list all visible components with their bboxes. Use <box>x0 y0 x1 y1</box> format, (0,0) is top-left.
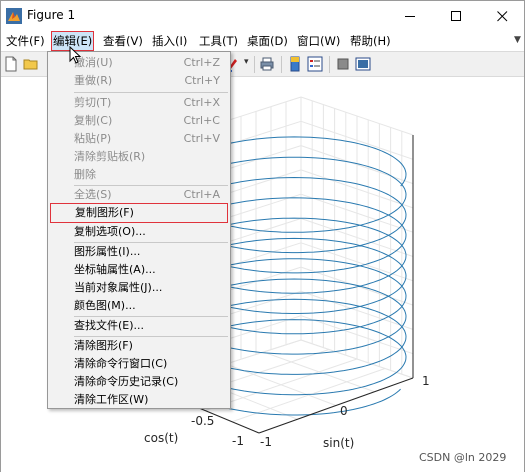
window-title: Figure 1 <box>27 8 76 22</box>
y-tick-label: 0 <box>340 404 348 418</box>
menu-select-all[interactable]: 全选(S) Ctrl+A <box>50 186 228 204</box>
menu-find-files[interactable]: 查找文件(E)... <box>50 317 228 335</box>
menu-help[interactable]: 帮助(H) <box>349 33 392 50</box>
toolbar-separator <box>281 56 282 73</box>
menu-clear-workspace[interactable]: 清除工作区(W) <box>50 391 228 409</box>
menu-axes-properties[interactable]: 坐标轴属性(A)... <box>50 261 228 279</box>
close-button[interactable] <box>479 1 525 31</box>
close-icon <box>496 10 507 21</box>
y-axis-line <box>258 377 414 434</box>
menu-desktop[interactable]: 桌面(D) <box>246 33 289 50</box>
x-axis-label: cos(t) <box>144 431 179 445</box>
matlab-logo-icon <box>6 8 22 24</box>
toolbar-separator <box>254 56 255 73</box>
menu-paste-label: 粘贴(P) <box>74 132 112 145</box>
y-tick-label: -1 <box>260 435 272 449</box>
maximize-icon <box>450 10 461 21</box>
edit-dropdown-menu: 撤消(U) Ctrl+Z 重做(R) Ctrl+Y 剪切(T) Ctrl+X 复… <box>47 51 231 409</box>
menu-redo[interactable]: 重做(R) Ctrl+Y <box>50 72 228 90</box>
legend-icon[interactable] <box>307 56 323 72</box>
menu-delete[interactable]: 删除 <box>50 166 228 184</box>
menu-insert[interactable]: 插入(I) <box>151 33 188 50</box>
menu-clear-figure[interactable]: 清除图形(F) <box>50 337 228 355</box>
maximize-button[interactable] <box>433 1 479 31</box>
colorbar-icon[interactable] <box>287 56 303 72</box>
hide-plot-tools-icon[interactable] <box>335 56 351 72</box>
minimize-icon <box>404 15 415 17</box>
menu-figure-properties[interactable]: 图形属性(I)... <box>50 243 228 261</box>
figure-window: Figure 1 文件(F) 编辑(E) 查看(V) 插入(I) 工具(T) 桌… <box>0 0 525 472</box>
menu-window[interactable]: 窗口(W) <box>296 33 341 50</box>
menu-clear-command-history[interactable]: 清除命令历史记录(C) <box>50 373 228 391</box>
grid-line <box>263 351 375 393</box>
x-tick-label: -1 <box>232 434 244 448</box>
chevron-down-icon[interactable]: ▼ <box>514 35 521 45</box>
menu-redo-shortcut: Ctrl+Y <box>184 74 220 87</box>
menu-paste-shortcut: Ctrl+V <box>183 132 220 145</box>
y-tick-label: 1 <box>422 374 430 388</box>
menu-select-all-shortcut: Ctrl+A <box>183 188 220 201</box>
open-file-icon[interactable] <box>23 56 39 72</box>
minimize-button[interactable] <box>387 1 433 31</box>
menu-cut-shortcut: Ctrl+X <box>183 96 220 109</box>
menu-redo-label: 重做(R) <box>74 74 113 87</box>
watermark: CSDN @ln 2029 <box>419 451 507 464</box>
menu-clear-command-window[interactable]: 清除命令行窗口(C) <box>50 355 228 373</box>
menu-tools[interactable]: 工具(T) <box>198 33 239 50</box>
title-bar: Figure 1 <box>1 1 524 31</box>
print-icon[interactable] <box>259 56 275 72</box>
new-figure-icon[interactable] <box>3 56 19 72</box>
x-tick-label: -0.5 <box>191 414 215 428</box>
grid-line <box>231 368 386 423</box>
menu-colormap[interactable]: 颜色图(M)... <box>50 297 228 315</box>
menu-select-all-label: 全选(S) <box>74 188 112 201</box>
menu-copy-options[interactable]: 复制选项(O)... <box>50 223 228 241</box>
menu-copy-label: 复制(C) <box>74 114 113 127</box>
menu-copy-figure[interactable]: 复制图形(F) <box>50 203 228 223</box>
menu-undo-shortcut: Ctrl+Z <box>183 56 220 69</box>
menu-cut-label: 剪切(T) <box>74 96 112 109</box>
menu-copy[interactable]: 复制(C) Ctrl+C <box>50 112 228 130</box>
menu-copy-shortcut: Ctrl+C <box>183 114 220 127</box>
show-plot-tools-icon[interactable] <box>355 56 371 72</box>
menu-view[interactable]: 查看(V) <box>102 33 144 50</box>
menu-file[interactable]: 文件(F) <box>5 33 46 50</box>
menu-paste[interactable]: 粘贴(P) Ctrl+V <box>50 130 228 148</box>
menu-clear-clipboard[interactable]: 清除剪贴板(R) <box>50 148 228 166</box>
y-axis-label: sin(t) <box>323 436 355 450</box>
menu-cut[interactable]: 剪切(T) Ctrl+X <box>50 94 228 112</box>
chevron-down-icon[interactable]: ▾ <box>244 57 249 67</box>
toolbar-separator <box>329 56 330 73</box>
menu-object-properties[interactable]: 当前对象属性(J)... <box>50 279 228 297</box>
menu-separator <box>74 92 228 93</box>
mouse-cursor-icon <box>69 46 82 64</box>
